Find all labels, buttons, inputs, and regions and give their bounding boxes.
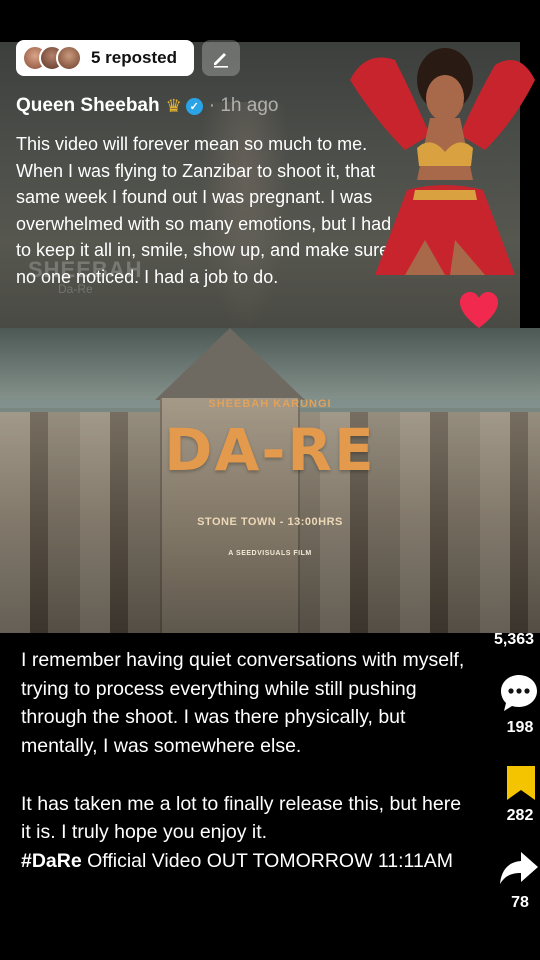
comment-icon[interactable] [498,672,540,714]
film-title: DA-RE [164,416,376,484]
crown-icon: ♛ [165,95,182,116]
share-icon[interactable] [499,850,539,886]
bookmark-icon[interactable] [505,764,537,802]
repost-label: 5 reposted [91,48,177,67]
avatar [56,45,82,71]
caption: I remember having quiet conversations wi… [21,646,466,876]
author-row: Queen Sheebah ♛ ✓ · 1h ago [16,92,278,120]
hashtag-link[interactable]: #DaRe [21,850,82,872]
film-artist-credit: SHEEBAH KARUNGI [208,398,332,410]
heart-icon[interactable] [458,290,500,330]
share-count: 78 [511,894,529,911]
verified-icon: ✓ [185,97,203,115]
edit-icon [214,53,228,68]
bookmark-count: 282 [506,807,534,824]
like-count: 5,363 [494,631,535,648]
caption-paragraph: I remember having quiet conversations wi… [21,649,465,758]
edit-button[interactable] [202,40,240,76]
comment-count: 198 [506,719,534,736]
author-name[interactable]: Queen Sheebah [16,95,160,117]
post-timestamp: · 1h ago [208,95,279,116]
caption-paragraph: It has taken me a lot to finally release… [21,792,462,844]
video-thumbnail[interactable]: SHEEBAH KARUNGI DA-RE STONE TOWN - 13:00… [0,328,540,633]
film-location-time: STONE TOWN - 13:00HRS [197,516,343,528]
tower-roof [155,328,305,400]
artist-photo [350,48,535,275]
repost-pill[interactable]: 5 reposted [16,40,194,76]
caption-paragraph: Official Video OUT TOMORROW 11:11AM [81,849,454,872]
film-production-credit: A SEEDVISUALS FILM [228,550,312,557]
